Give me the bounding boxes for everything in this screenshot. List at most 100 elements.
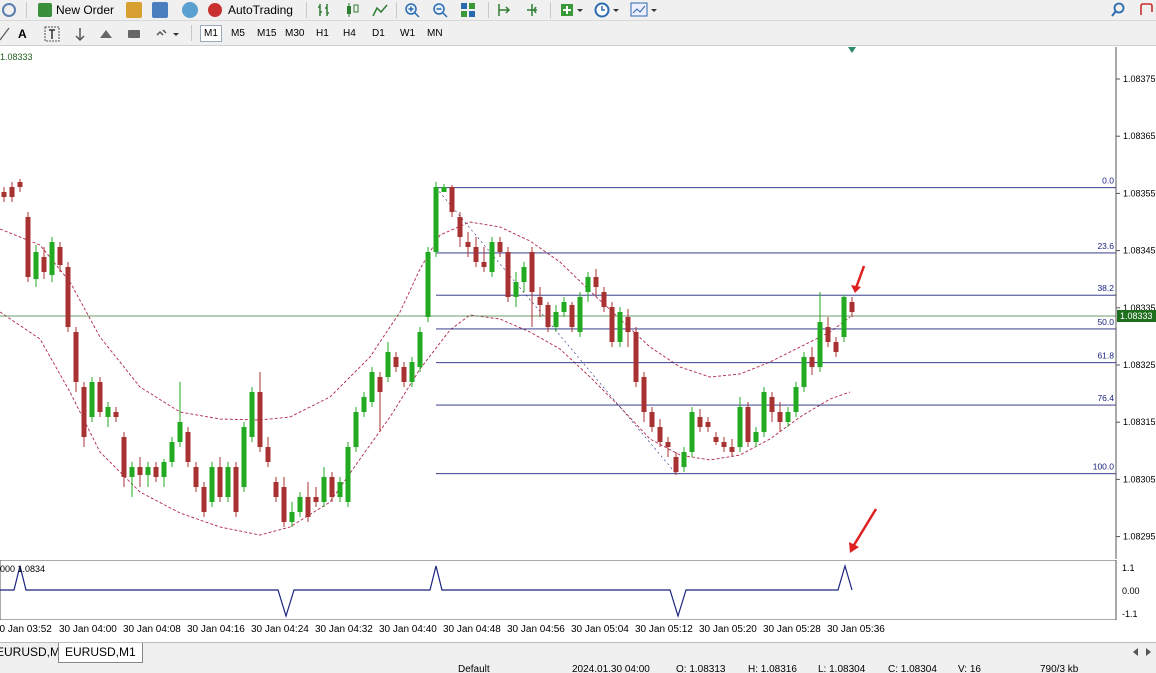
time-axis-label: 30 Jan 04:40 [379, 624, 437, 635]
timeframe-m1[interactable]: M1 [200, 25, 222, 42]
status-low: L: 1.08304 [818, 664, 866, 673]
timeframe-m15[interactable]: M15 [254, 26, 279, 41]
chart-shift-icon[interactable] [496, 0, 512, 20]
fib-level-label: 50.0 [1097, 317, 1114, 327]
status-traffic: 790/3 kb [1040, 664, 1079, 673]
periods-button[interactable] [594, 0, 620, 20]
price-chart[interactable]: 0.0 23.6 38.2 50.0 61.8 76.4 100.0 1.08375 1.08… [0, 47, 1156, 559]
templates-button[interactable] [630, 0, 660, 20]
candle [745, 402, 751, 447]
candle [633, 327, 639, 387]
tile-windows-icon[interactable] [460, 0, 476, 20]
signals-icon[interactable] [182, 0, 198, 20]
timeframe-d1[interactable]: D1 [369, 26, 388, 41]
candle [97, 377, 103, 417]
status-profile[interactable]: Default [458, 663, 490, 673]
timeframe-m30[interactable]: M30 [282, 26, 307, 41]
time-axis-label: 30 Jan 04:56 [507, 624, 565, 635]
time-axis-label: 30 Jan 05:28 [763, 624, 821, 635]
zoom-out-icon[interactable] [432, 0, 448, 20]
indicator-window[interactable]: 000 1.0834 1.1 0.00 -1.1 [0, 560, 1156, 620]
toolbar-separator [550, 2, 551, 18]
tab-eurusd-m1-active[interactable]: EURUSD,M1 [58, 643, 143, 663]
time-axis-label: 30 Jan 04:32 [315, 624, 373, 635]
status-volume: V: 16 [958, 664, 981, 673]
fib-level-label: 38.2 [1097, 283, 1114, 293]
timeframe-h4[interactable]: H4 [340, 26, 359, 41]
search-icon[interactable] [1110, 0, 1126, 20]
new-order-icon [38, 3, 52, 17]
indicator-axis-label: 1.1 [1122, 563, 1135, 573]
triangle-icon[interactable] [98, 24, 114, 44]
toolbar-separator [396, 2, 397, 18]
candle [617, 307, 623, 347]
candle [353, 407, 359, 452]
candle [761, 387, 767, 437]
candle [433, 182, 439, 257]
zoom-icon[interactable] [2, 0, 16, 20]
price-axis-label: 1.08375 [1123, 74, 1156, 84]
new-order-button[interactable]: New Order [38, 0, 114, 20]
candle [233, 462, 239, 517]
candle [209, 462, 215, 507]
navigator-icon[interactable] [152, 0, 168, 20]
rectangle-icon[interactable] [126, 24, 142, 44]
candle [369, 367, 375, 407]
chat-icon[interactable] [1138, 0, 1154, 20]
price-axis-label: 1.08365 [1123, 131, 1156, 141]
text-tool-button[interactable]: A [18, 24, 27, 44]
timeframe-w1[interactable]: W1 [397, 26, 418, 41]
main-toolbar: New Order AutoTrading [0, 0, 1156, 21]
time-axis-label: 30 Jan 03:52 [0, 624, 52, 635]
time-axis-label: 30 Jan 05:04 [571, 624, 629, 635]
candle [577, 292, 583, 337]
red-arrow-annotation-lower [849, 508, 878, 553]
metaeditor-icon[interactable] [126, 0, 142, 20]
candle [185, 427, 191, 467]
candle [249, 387, 255, 442]
new-order-label: New Order [56, 3, 115, 17]
time-axis-label: 30 Jan 05:36 [827, 624, 885, 635]
tabs-scroll-icon[interactable] [1132, 647, 1152, 660]
candle [505, 247, 511, 302]
indicators-button[interactable] [560, 0, 584, 20]
shapes-dropdown[interactable] [154, 24, 182, 44]
time-axis-label: 30 Jan 04:48 [443, 624, 501, 635]
bar-chart-icon[interactable] [316, 0, 332, 20]
text-label-icon[interactable] [44, 24, 60, 44]
status-datetime: 2024.01.30 04:00 [572, 664, 650, 673]
time-axis-label: 30 Jan 04:24 [251, 624, 309, 635]
status-close: C: 1.08304 [888, 664, 937, 673]
fib-level-label: 0.0 [1102, 176, 1114, 186]
fib-level-label: 23.6 [1097, 241, 1114, 251]
line-chart-icon[interactable] [372, 0, 388, 20]
time-axis-label: 30 Jan 04:00 [59, 624, 117, 635]
arrows-icon[interactable] [72, 24, 88, 44]
status-open: O: 1.08313 [676, 664, 726, 673]
zoom-in-icon[interactable] [404, 0, 420, 20]
status-high: H: 1.08316 [748, 664, 797, 673]
toolbar-separator [488, 2, 489, 18]
candlestick-chart-icon[interactable] [344, 0, 360, 20]
autotrading-button[interactable]: AutoTrading [208, 0, 293, 20]
fib-level-label: 61.8 [1097, 351, 1114, 361]
time-axis-label: 30 Jan 05:12 [635, 624, 693, 635]
time-axis-label: 30 Jan 04:16 [187, 624, 245, 635]
indicator-label: 000 1.0834 [0, 564, 45, 574]
toolbar-separator [306, 2, 307, 18]
timeframe-m5[interactable]: M5 [228, 26, 248, 41]
timeframe-mn[interactable]: MN [424, 26, 446, 41]
price-axis-label: 1.08315 [1123, 417, 1156, 427]
status-bar: Default 2024.01.30 04:00 O: 1.08313 H: 1… [0, 663, 1156, 673]
candle [241, 422, 247, 492]
time-axis: 30 Jan 03:52 30 Jan 04:00 30 Jan 04:08 30 J… [0, 621, 1156, 641]
auto-scroll-icon[interactable] [524, 0, 540, 20]
autotrading-label: AutoTrading [228, 3, 293, 17]
autotrading-icon [208, 3, 222, 17]
current-price-label: 1.08333 [1120, 311, 1153, 321]
trendline-icon[interactable] [0, 24, 10, 44]
candle [609, 302, 615, 347]
time-axis-label: 30 Jan 04:08 [123, 624, 181, 635]
timeframe-h1[interactable]: H1 [313, 26, 332, 41]
candle [801, 352, 807, 392]
